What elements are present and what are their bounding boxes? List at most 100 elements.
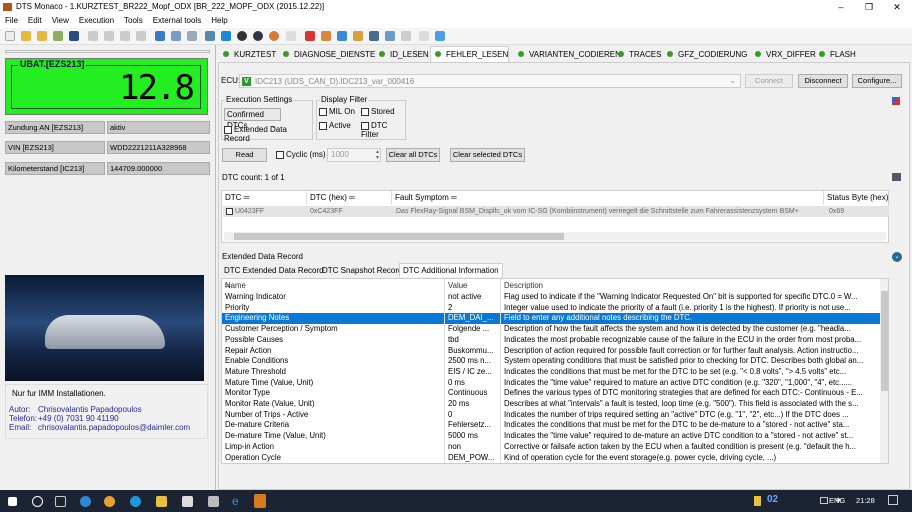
task-view-icon[interactable] xyxy=(55,496,66,507)
collapse-icon[interactable]: ⌄ xyxy=(892,252,902,262)
table-row[interactable]: Warning Indicator not active Flag used to … xyxy=(222,292,888,303)
menu-file[interactable]: File xyxy=(5,16,18,25)
stored-checkbox[interactable]: Stored xyxy=(361,107,395,116)
tab-traces[interactable]: TRACES xyxy=(614,47,661,62)
row-checkbox[interactable] xyxy=(226,207,233,215)
file-explorer-icon[interactable] xyxy=(156,496,167,507)
layout-icon[interactable] xyxy=(155,31,165,41)
language-indicator[interactable]: ENG xyxy=(829,496,845,505)
clear-selected-dtcs-button[interactable]: Clear selected DTCs xyxy=(450,148,525,162)
record-icon[interactable] xyxy=(237,31,247,41)
table-row[interactable]: Repair Action Buskommu... Description of a… xyxy=(222,346,888,357)
menu-help[interactable]: Help xyxy=(211,16,227,25)
maximize-button[interactable]: ❐ xyxy=(855,0,883,14)
table-row[interactable]: De-mature Time (Value, Unit) 5000 ms Indic… xyxy=(222,431,888,442)
vertical-scrollbar[interactable] xyxy=(880,279,888,463)
minimize-button[interactable]: – xyxy=(827,0,855,14)
disconnect-button[interactable]: Disconnect xyxy=(798,74,848,88)
dtc-filter-checkbox[interactable]: DTC Filter xyxy=(361,121,405,139)
tab-id-lesen[interactable]: ID_LESEN xyxy=(375,47,429,62)
menu-execution[interactable]: Execution xyxy=(79,16,114,25)
table-row[interactable]: Monitor Rate (Value, Unit) 20 ms Describes… xyxy=(222,399,888,410)
configure-button[interactable]: Configure... xyxy=(852,74,902,88)
tab-diagnose-dienste[interactable]: DIAGNOSE_DIENSTE xyxy=(279,47,375,62)
table-row[interactable]: Engineering Notes DEM_DAI_... Field to ent… xyxy=(222,313,888,325)
network-icon[interactable] xyxy=(820,497,828,504)
monitor-icon[interactable] xyxy=(321,31,331,41)
table-row[interactable]: Customer Perception / Symptom Folgende ..… xyxy=(222,324,888,335)
ecu-icon[interactable] xyxy=(353,31,363,41)
column-header-description[interactable]: Description xyxy=(504,281,882,292)
scrollbar-thumb[interactable] xyxy=(881,291,888,391)
notifications-icon[interactable] xyxy=(888,495,898,505)
menu-tools[interactable]: Tools xyxy=(124,16,143,25)
table-row[interactable]: Possible Causes tbd Indicates the most pro… xyxy=(222,335,888,346)
cyclic-interval-input[interactable]: 1000 ▴ ▾ xyxy=(327,148,381,162)
active-checkbox[interactable]: Active xyxy=(319,121,351,130)
tab-vrx-differ[interactable]: VRX_DIFFER xyxy=(751,47,816,62)
column-header-value[interactable]: Value xyxy=(448,281,500,292)
internet-explorer-icon[interactable]: e xyxy=(232,495,243,507)
search-icon[interactable] xyxy=(32,496,43,507)
spinner-icon[interactable]: ▴ ▾ xyxy=(376,149,379,161)
help-icon[interactable] xyxy=(435,31,445,41)
tab-dtc-extended-data-record[interactable]: DTC Extended Data Record xyxy=(221,264,327,277)
cut-icon[interactable] xyxy=(88,31,98,41)
table-row[interactable]: Mature Threshold EIS / IC ze... Indicates … xyxy=(222,367,888,378)
app3-icon[interactable] xyxy=(208,496,219,507)
table-row[interactable]: De-mature Criteria Fehlersetz... Indicates… xyxy=(222,420,888,431)
column-header-name[interactable]: Name ═ xyxy=(225,281,445,292)
mil-on-checkbox[interactable]: MIL On xyxy=(319,107,355,116)
app-icon[interactable] xyxy=(80,496,91,507)
dtc-type-select[interactable]: Confirmed DTCs ⌄ xyxy=(224,108,281,130)
menu-view[interactable]: View xyxy=(52,16,69,25)
horizontal-scrollbar[interactable] xyxy=(224,232,886,241)
table-row[interactable]: Enable Conditions 2500 ms n... System oper… xyxy=(222,356,888,367)
lock-icon[interactable] xyxy=(754,496,761,506)
table-row[interactable]: Limp-in Action non Corrective or failsafe … xyxy=(222,442,888,453)
chrome-icon[interactable] xyxy=(104,496,115,507)
column-header-dtc-hex[interactable]: DTC (hex) ═ xyxy=(307,191,392,205)
column-header-status-byte[interactable]: Status Byte (hex) ═ xyxy=(824,191,890,216)
save-icon[interactable] xyxy=(69,31,79,41)
new-icon[interactable] xyxy=(5,31,15,41)
paste-icon[interactable] xyxy=(120,31,130,41)
tab-flash[interactable]: FLASH xyxy=(815,47,856,62)
disabled-icon[interactable] xyxy=(286,31,296,41)
dts-monaco-taskbar-icon[interactable] xyxy=(254,494,266,508)
menu-external-tools[interactable]: External tools xyxy=(153,16,201,25)
dtc-row[interactable]: U0423FF 0xC423FF Das FlexRay-Signal BSM_… xyxy=(223,206,889,217)
splitter[interactable] xyxy=(5,50,210,53)
export-icon[interactable] xyxy=(892,173,901,181)
record2-icon[interactable] xyxy=(253,31,263,41)
table-row[interactable]: Priority 2 Integer value used to indicate … xyxy=(222,303,888,314)
tab-fehler-lesen[interactable]: FEHLER_LESEN xyxy=(430,46,509,63)
settings-icon[interactable] xyxy=(385,31,395,41)
tab-varianten-codieren[interactable]: VARIANTEN_CODIEREN xyxy=(514,47,621,62)
open-project-icon[interactable] xyxy=(53,31,63,41)
menu-edit[interactable]: Edit xyxy=(28,16,42,25)
table-row[interactable]: Mature Time (Value, Unit) 0 ms Indicates t… xyxy=(222,378,888,389)
windows-start-icon[interactable] xyxy=(8,497,17,506)
extended-data-record-checkbox[interactable]: Extended Data Record xyxy=(224,125,312,143)
delete-icon[interactable] xyxy=(136,31,146,41)
column-header-dtc[interactable]: DTC ═ xyxy=(222,191,307,205)
cyclic-checkbox[interactable]: Cyclic (ms) xyxy=(276,150,326,159)
clear-all-dtcs-button[interactable]: Clear all DTCs xyxy=(386,148,440,162)
tab-kurztest[interactable]: KURZTEST xyxy=(219,47,276,62)
copy-icon[interactable] xyxy=(104,31,114,41)
tab-dtc-snapshot-record[interactable]: DTC Snapshot Record xyxy=(319,264,405,277)
document-icon[interactable] xyxy=(401,31,411,41)
tab-gfz-codierung[interactable]: GFZ_CODIERUNG xyxy=(663,47,747,62)
email-link[interactable]: chrisovalantis.papadopoulos@daimler.com xyxy=(38,423,190,432)
disabled2-icon[interactable] xyxy=(419,31,429,41)
stop-icon[interactable] xyxy=(221,31,231,41)
clock[interactable]: 21:28 xyxy=(856,496,875,505)
connect-button[interactable]: Connect xyxy=(745,74,793,88)
network-icon[interactable] xyxy=(337,31,347,41)
table-row[interactable]: Operation Cycle DEM_POW... Kind of operati… xyxy=(222,453,888,464)
table-row[interactable]: Number of Trips - Active 0 Indicates the n… xyxy=(222,410,888,421)
column-header-fault-symptom[interactable]: Fault Symptom ═ xyxy=(392,191,824,205)
open-workspace-icon[interactable] xyxy=(37,31,47,41)
connect-icon[interactable] xyxy=(205,31,215,41)
